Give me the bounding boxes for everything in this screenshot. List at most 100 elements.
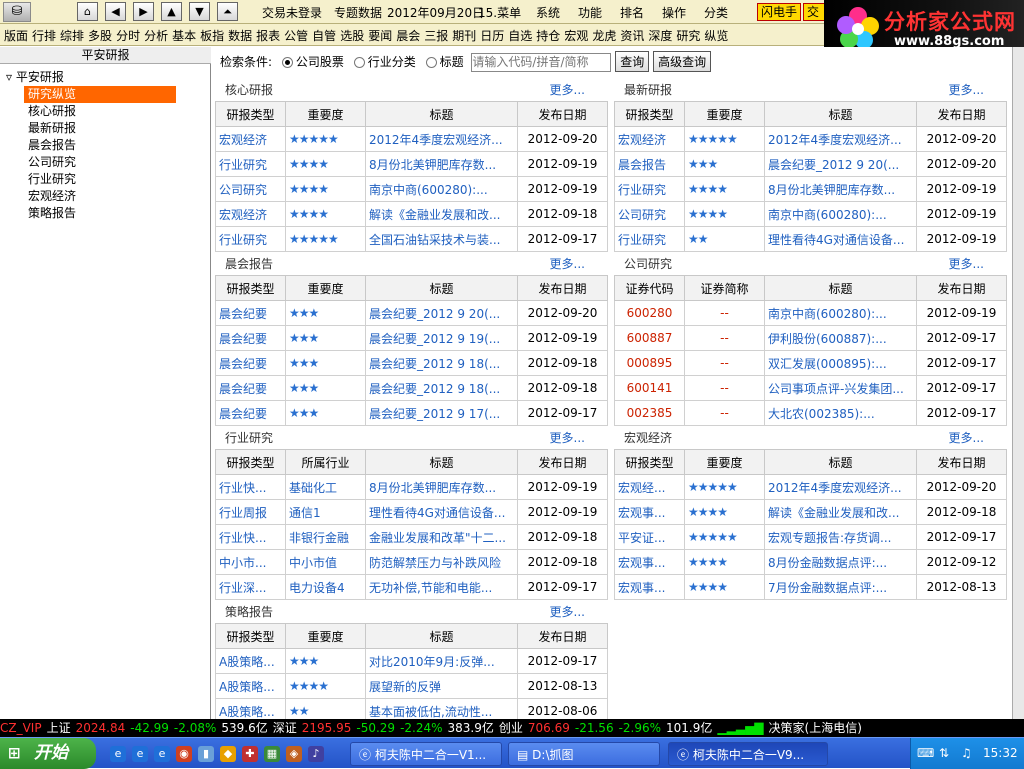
toolbar-item[interactable]: 数据 [228,29,252,43]
report-title-link[interactable]: 理性看待4G对通信设备... [365,499,518,525]
toolbar-item[interactable]: 分时 [116,29,140,43]
report-title-link[interactable]: 8月份北美钾肥库存数... [365,474,518,500]
media-icon[interactable]: ◉ [176,746,192,762]
toolbar-item[interactable]: 要闻 [368,29,392,43]
table-row[interactable]: 宏观经... ★★★★★ 2012年4季度宏观经济... 2012-09-20 [614,474,1007,500]
report-title-link[interactable]: 宏观专题报告:存货调... [764,524,917,550]
radio-industry-label[interactable]: 行业分类 [368,55,416,69]
table-row[interactable]: 600141 -- 公司事项点评-兴发集团... 2012-09-17 [614,375,1007,401]
table-row[interactable]: 宏观经济 ★★★★ 解读《金融业发展和改... 2012-09-18 [215,201,608,227]
menu-category[interactable]: 分类 [704,4,728,21]
table-row[interactable]: A股策略... ★★★★ 展望新的反弹 2012-08-13 [215,673,608,699]
collapse-icon[interactable]: ▿ [6,70,16,84]
report-type[interactable]: 行业深... [215,574,286,600]
report-type[interactable]: 行业周报 [215,499,286,525]
table-row[interactable]: 000895 -- 双汇发展(000895):... 2012-09-17 [614,350,1007,376]
device-icon[interactable]: ▮ [198,746,214,762]
report-title-link[interactable]: 解读《金融业发展和改... [365,201,518,227]
task-window[interactable]: ▤ D:\抓图 [508,742,660,766]
report-type[interactable]: 晨会纪要 [215,325,286,351]
keyboard-icon[interactable]: ⌨ [917,746,934,760]
report-title-link[interactable]: 金融业发展和改革"十二... [365,524,518,550]
app-icon[interactable]: ♪ [308,746,324,762]
table-row[interactable]: 600280 -- 南京中商(600280):... 2012-09-19 [614,300,1007,326]
report-title-link[interactable]: 无功补偿,节能和电能... [365,574,518,600]
stock-code[interactable]: 600141 [614,375,685,401]
radio-company-label[interactable]: 公司股票 [296,55,344,69]
industry-name[interactable]: 中小市值 [285,549,366,575]
back-button[interactable]: ◀ [105,2,126,21]
report-type[interactable]: 宏观事... [614,549,685,575]
toolbar-item[interactable]: 自管 [312,29,336,43]
trade-button[interactable]: 交易 [803,3,825,21]
radio-company[interactable] [281,57,293,68]
toolbar-item[interactable]: 选股 [340,29,364,43]
report-type[interactable]: 宏观事... [614,574,685,600]
report-type[interactable]: 宏观经济 [215,126,286,152]
more-link[interactable]: 更多... [949,427,984,449]
report-type[interactable]: 中小市... [215,549,286,575]
tree-item-company[interactable]: 公司研究 [28,154,76,171]
toolbar-item[interactable]: 基本 [172,29,196,43]
stock-code[interactable]: 000895 [614,350,685,376]
toolbar-item[interactable]: 多股 [88,29,112,43]
toolbar-item[interactable]: 板指 [200,29,224,43]
table-row[interactable]: 宏观经济 ★★★★★ 2012年4季度宏观经济... 2012-09-20 [215,126,608,152]
toolbar-item[interactable]: 日历 [480,29,504,43]
network-icon[interactable]: ⇅ [939,746,949,760]
table-row[interactable]: A股策略... ★★★ 对比2010年9月:反弹... 2012-09-17 [215,648,608,674]
report-type[interactable]: A股策略... [215,673,286,699]
table-row[interactable]: 晨会纪要 ★★★ 晨会纪要_2012 9 20(... 2012-09-20 [215,300,608,326]
table-row[interactable]: 行业周报 通信1 理性看待4G对通信设备... 2012-09-19 [215,499,608,525]
report-title-link[interactable]: 全国石油钻采技术与装... [365,226,518,252]
task-window-active[interactable]: ⓔ 柯夫陈中二合一V9... [668,742,828,766]
page-up-button[interactable]: ▲ [161,2,182,21]
toolbar-item[interactable]: 宏观 [564,29,588,43]
report-type[interactable]: 宏观经济 [215,201,286,227]
more-link[interactable]: 更多... [550,253,585,275]
page-down-button[interactable]: ▼ [189,2,210,21]
table-row[interactable]: 平安证... ★★★★★ 宏观专题报告:存货调... 2012-09-17 [614,524,1007,550]
vertical-scrollbar[interactable] [1012,47,1024,719]
menu-operate[interactable]: 操作 [662,4,686,21]
report-type[interactable]: 行业研究 [614,176,685,202]
toolbar-item[interactable]: 自选 [508,29,532,43]
table-row[interactable]: 行业研究 ★★★★ 8月份北美钾肥库存数... 2012-09-19 [215,151,608,177]
table-row[interactable]: A股策略... ★★ 基本面被低估,流动性... 2012-08-06 [215,698,608,719]
table-row[interactable]: 晨会报告 ★★★ 晨会纪要_2012 9 20(... 2012-09-20 [614,151,1007,177]
toolbar-item[interactable]: 纵览 [704,29,728,43]
report-type[interactable]: 宏观事... [614,499,685,525]
toolbar-item[interactable]: 报表 [256,29,280,43]
toolbar-item[interactable]: 龙虎 [592,29,616,43]
app-logo-icon[interactable]: ⛁ [3,2,31,22]
report-title-link[interactable]: 南京中商(600280):... [365,176,518,202]
table-row[interactable]: 行业研究 ★★ 理性看待4G对通信设备... 2012-09-19 [614,226,1007,252]
report-title-link[interactable]: 南京中商(600280):... [764,300,917,326]
flash-trade-button[interactable]: 闪电手 [757,3,802,21]
report-title-link[interactable]: 晨会纪要_2012 9 19(... [365,325,518,351]
table-row[interactable]: 行业快... 基础化工 8月份北美钾肥库存数... 2012-09-19 [215,474,608,500]
more-link[interactable]: 更多... [949,253,984,275]
stock-code[interactable]: 600280 [614,300,685,326]
menu-rank[interactable]: 排名 [620,4,644,21]
toolbar-item[interactable]: 三报 [424,29,448,43]
task-window[interactable]: ⓔ 柯夫陈中二合一V1... [350,742,502,766]
table-row[interactable]: 行业深... 电力设备4 无功补偿,节能和电能... 2012-09-17 [215,574,608,600]
report-title-link[interactable]: 晨会纪要_2012 9 18(... [365,350,518,376]
login-status[interactable]: 交易未登录 [262,4,322,21]
menu-function[interactable]: 功能 [578,4,602,21]
app-icon[interactable]: ◈ [286,746,302,762]
toolbar-item[interactable]: 晨会 [396,29,420,43]
report-title-link[interactable]: 7月份金融数据点评:... [764,574,917,600]
tree-item-core[interactable]: 核心研报 [28,103,76,120]
report-title-link[interactable]: 8月份北美钾肥库存数... [764,176,917,202]
more-link[interactable]: 更多... [949,79,984,101]
report-type[interactable]: 行业研究 [614,226,685,252]
report-type[interactable]: 宏观经... [614,474,685,500]
toolbar-item[interactable]: 综排 [60,29,84,43]
toolbar-item[interactable]: 深度 [648,29,672,43]
report-title-link[interactable]: 8月份北美钾肥库存数... [365,151,518,177]
advanced-query-button[interactable]: 高级查询 [653,51,712,72]
top-button[interactable]: ⏶ [217,2,238,21]
table-row[interactable]: 行业快... 非银行金融 金融业发展和改革"十二... 2012-09-18 [215,524,608,550]
